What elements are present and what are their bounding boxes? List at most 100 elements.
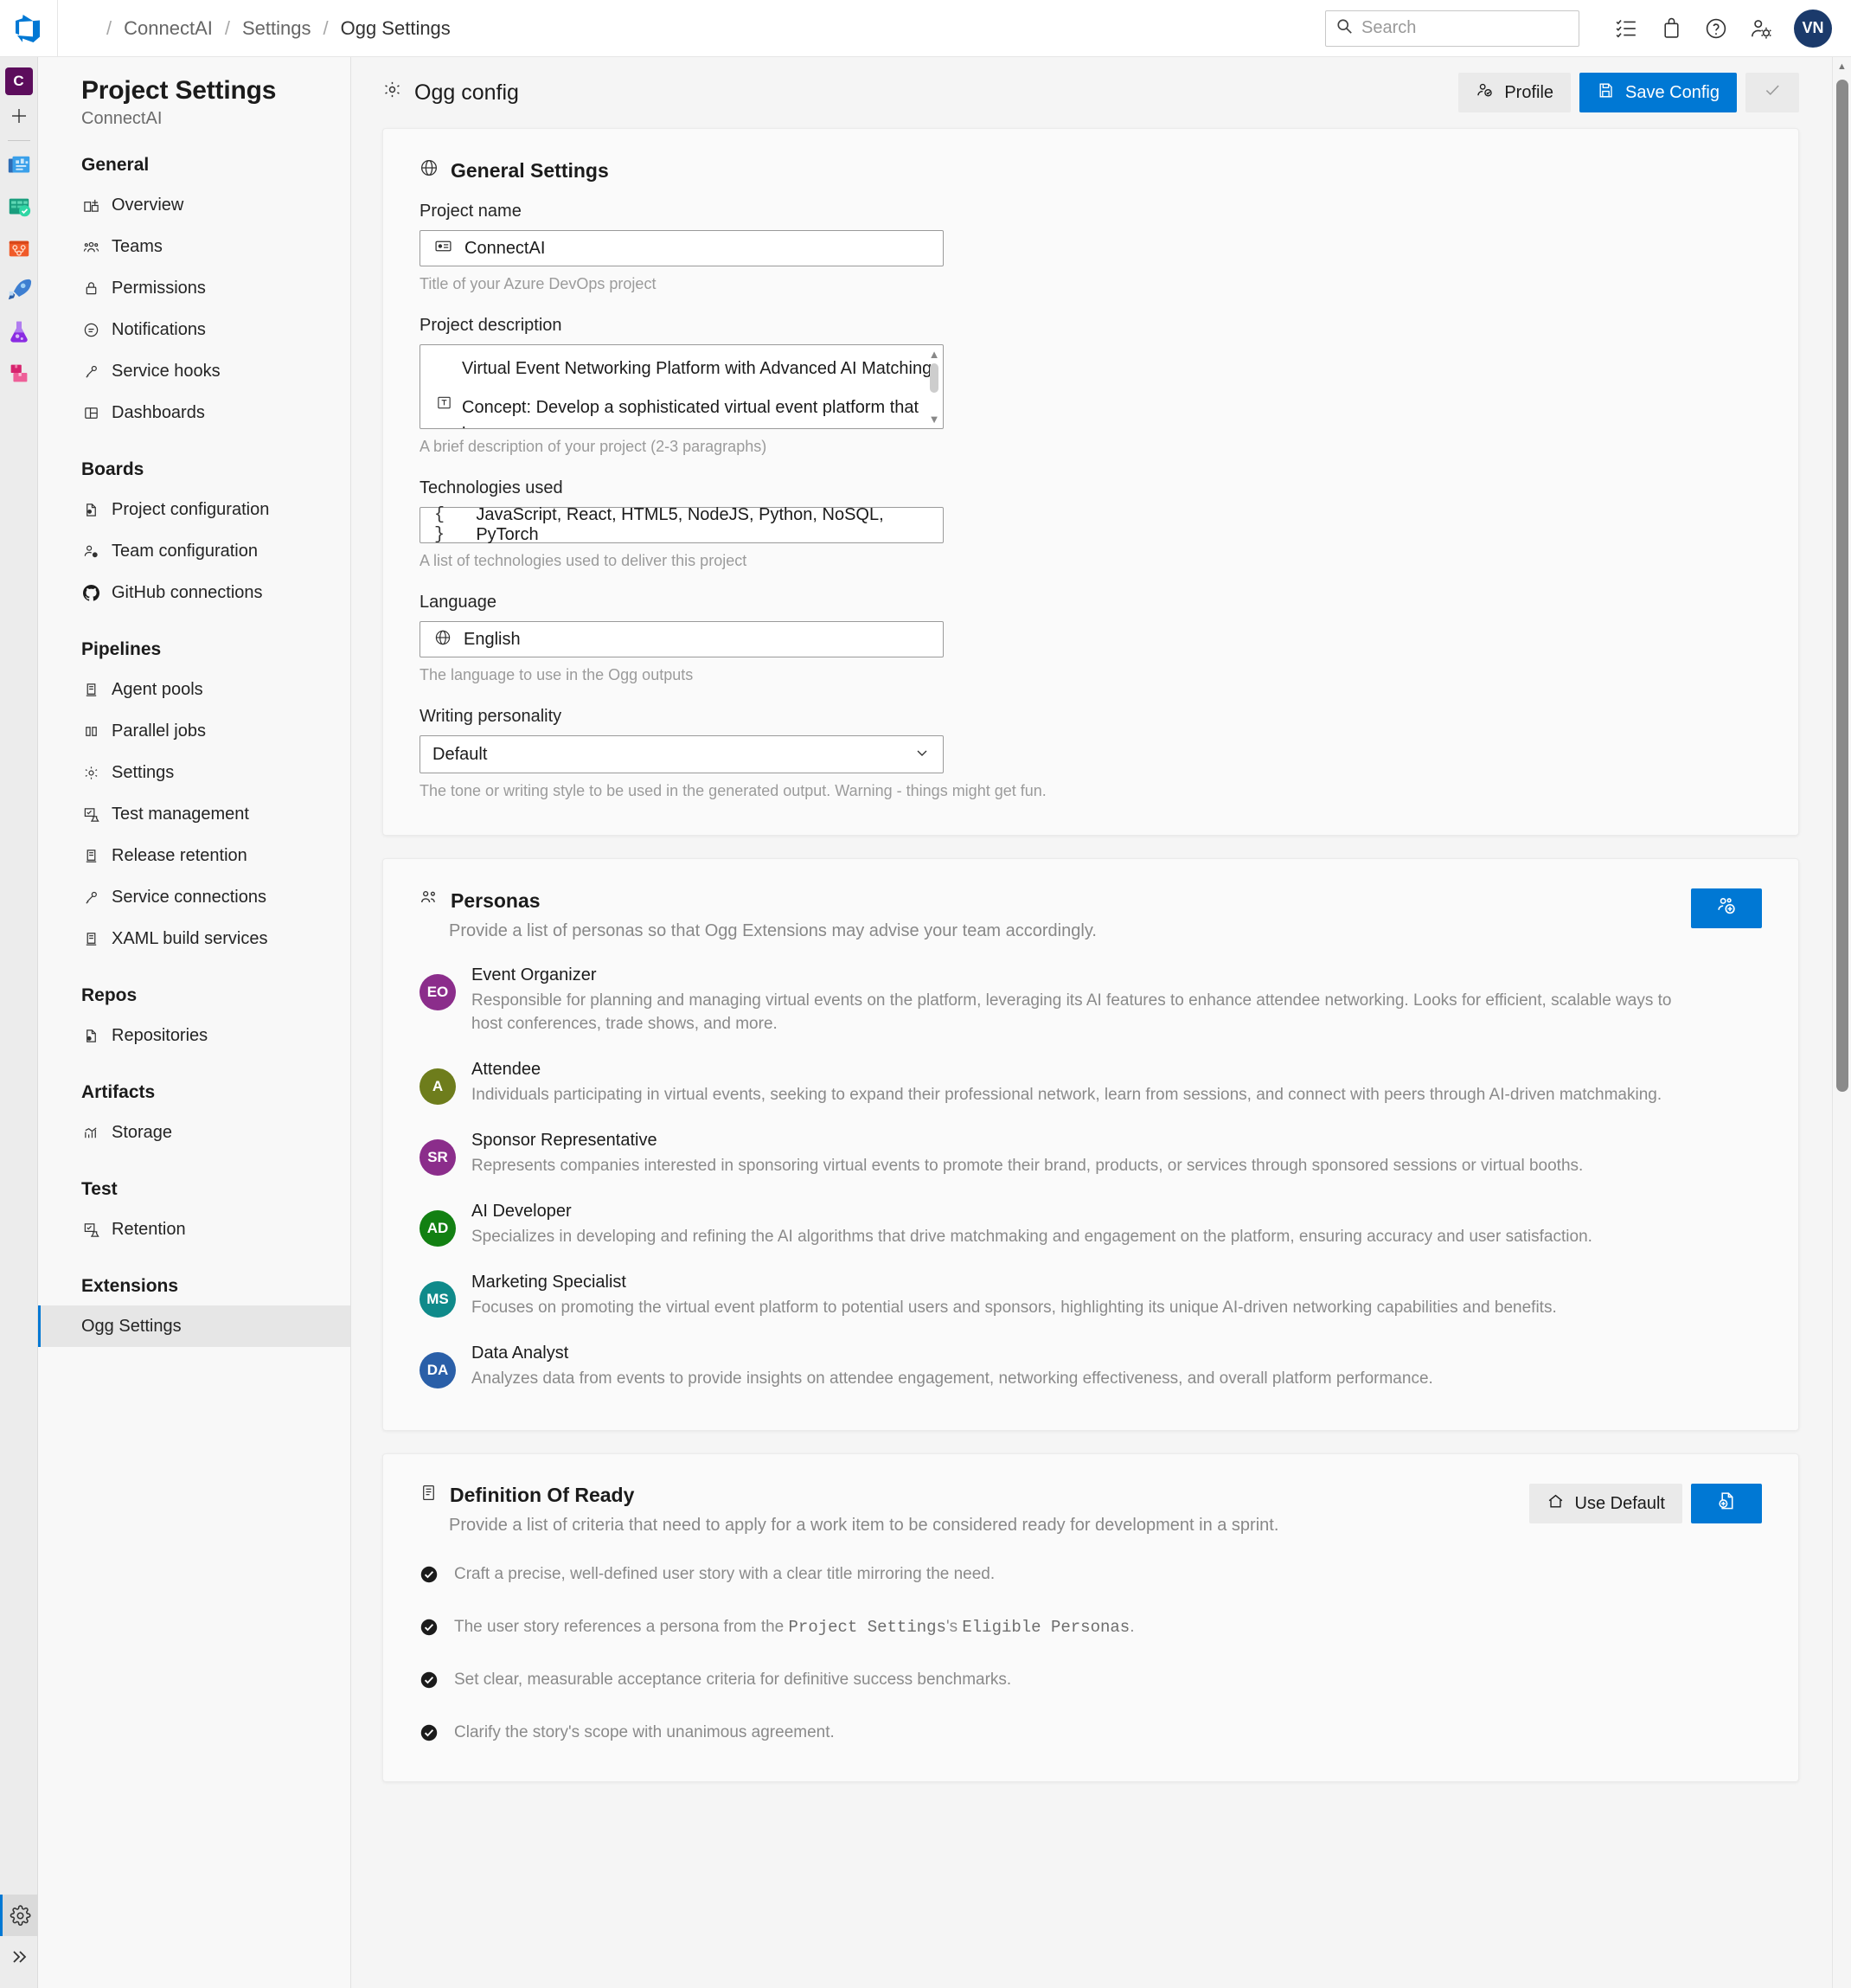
persona-avatar: AD: [420, 1210, 456, 1247]
artifacts-product-icon[interactable]: [0, 352, 38, 394]
persona-row: EO Event Organizer Responsible for plann…: [420, 965, 1762, 1036]
sidebar-item-permissions[interactable]: Permissions: [38, 267, 350, 309]
personas-header: Personas Provide a list of personas so t…: [420, 888, 1762, 941]
azure-devops-logo[interactable]: [0, 14, 57, 42]
project-description-textarea[interactable]: Virtual Event Networking Platform with A…: [420, 344, 944, 429]
dor-item-suffix: .: [1130, 1618, 1135, 1636]
shopping-bag-icon[interactable]: [1649, 6, 1694, 51]
project-settings-gear-icon[interactable]: [0, 1895, 38, 1936]
project-avatar[interactable]: C: [4, 67, 33, 95]
breadcrumb-separator-2: /: [323, 16, 329, 39]
add-button[interactable]: [0, 95, 38, 137]
home-icon: [1547, 1492, 1565, 1516]
confirm-button[interactable]: [1745, 73, 1799, 112]
sidebar-item-repositories[interactable]: Repositories: [38, 1015, 350, 1056]
overview-icon: [81, 196, 100, 215]
check-circle-icon: [420, 1618, 440, 1641]
scroll-up-icon[interactable]: ▲: [1833, 57, 1851, 76]
sidebar-item-parallel-jobs[interactable]: Parallel jobs: [38, 710, 350, 752]
sidebar-item-team-configuration[interactable]: Team configuration: [38, 530, 350, 572]
help-circle-icon[interactable]: [1694, 6, 1739, 51]
project-description-line-2: Concept: Develop a sophisticated virtual…: [462, 398, 919, 428]
sidebar-label: Dashboards: [112, 402, 205, 422]
add-criteria-button[interactable]: [1691, 1484, 1762, 1523]
textarea-scrollbar[interactable]: ▲ ▼: [928, 349, 940, 425]
breadcrumb-item-settings[interactable]: Settings: [242, 17, 311, 40]
save-config-button[interactable]: Save Config: [1579, 73, 1737, 112]
dor-list-item: The user story references a persona from…: [420, 1616, 1762, 1641]
project-name-input[interactable]: ConnectAI: [420, 230, 944, 266]
triangle-down-icon[interactable]: ▼: [929, 414, 940, 425]
scrollbar-thumb[interactable]: [930, 363, 938, 393]
profile-button[interactable]: Profile: [1458, 73, 1572, 112]
globe-icon: [420, 158, 439, 183]
sidebar-item-service-hooks[interactable]: Service hooks: [38, 350, 350, 392]
breadcrumb-item-ogg-settings[interactable]: Ogg Settings: [341, 17, 451, 40]
gear-icon: [382, 80, 402, 106]
triangle-up-icon[interactable]: ▲: [929, 349, 940, 360]
sidebar-label: Overview: [112, 195, 184, 215]
personas-title: Personas: [420, 888, 1097, 913]
page-scrollbar[interactable]: ▲: [1832, 57, 1851, 1988]
add-persona-button[interactable]: [1691, 888, 1762, 928]
overview-product-icon[interactable]: [0, 144, 38, 186]
sidebar-item-agent-pools[interactable]: Agent pools: [38, 669, 350, 710]
chart-icon: [81, 1123, 100, 1142]
dashboard-icon: [81, 403, 100, 422]
sidebar-item-notifications[interactable]: Notifications: [38, 309, 350, 350]
sidebar-item-service-connections[interactable]: Service connections: [38, 876, 350, 918]
persona-description: Individuals participating in virtual eve…: [471, 1086, 1662, 1104]
lock-icon: [81, 279, 100, 298]
sidebar-label: Agent pools: [112, 679, 203, 699]
sidebar-item-teams[interactable]: Teams: [38, 226, 350, 267]
sidebar-item-retention[interactable]: Retention: [38, 1209, 350, 1250]
sidebar-item-settings[interactable]: Settings: [38, 752, 350, 793]
sidebar-item-test-management[interactable]: Test management: [38, 793, 350, 835]
sidebar-label: Ogg Settings: [81, 1316, 182, 1336]
check-circle-icon: [420, 1671, 440, 1694]
writing-personality-select[interactable]: Default: [420, 735, 944, 773]
persona-name: Marketing Specialist: [471, 1273, 626, 1292]
pipelines-product-icon[interactable]: [0, 269, 38, 311]
sidebar-item-ogg-settings[interactable]: Ogg Settings: [38, 1305, 350, 1347]
sidebar-item-project-configuration[interactable]: Project configuration: [38, 489, 350, 530]
breadcrumb-separator-0: /: [106, 16, 112, 39]
expand-rail-icon[interactable]: [0, 1936, 38, 1978]
dor-item-text: Clarify the story's scope with unanimous…: [454, 1723, 835, 1741]
checklist-icon[interactable]: [1604, 6, 1649, 51]
sidebar-label: Project configuration: [112, 499, 270, 519]
sidebar-item-github-connections[interactable]: GitHub connections: [38, 572, 350, 613]
sidebar-item-release-retention[interactable]: Release retention: [38, 835, 350, 876]
nav-group-repos: Repos: [81, 985, 138, 1005]
braces-icon: { }: [434, 505, 445, 545]
technologies-label: Technologies used: [420, 478, 563, 497]
nav-group-boards: Boards: [81, 459, 144, 479]
repos-product-icon[interactable]: [0, 228, 38, 269]
use-default-button[interactable]: Use Default: [1528, 1484, 1682, 1523]
save-config-button-label: Save Config: [1625, 82, 1720, 102]
content-header: Ogg config Profile Save Config: [351, 57, 1832, 128]
technologies-input[interactable]: { } JavaScript, React, HTML5, NodeJS, Py…: [420, 505, 944, 545]
sidebar-item-dashboards[interactable]: Dashboards: [38, 392, 350, 433]
language-input[interactable]: English: [420, 621, 944, 657]
avatar[interactable]: VN: [1794, 9, 1832, 48]
sidebar-item-overview[interactable]: Overview: [38, 184, 350, 226]
sidebar-label: Parallel jobs: [112, 721, 206, 741]
sidebar-label: Team configuration: [112, 541, 258, 561]
persona-row: A Attendee Individuals participating in …: [420, 1060, 1762, 1106]
persona-avatar: MS: [420, 1281, 456, 1318]
plug-icon: [81, 888, 100, 907]
test-plans-product-icon[interactable]: [0, 311, 38, 352]
user-settings-icon[interactable]: [1739, 6, 1784, 51]
inline-code-project-settings: Project Settings: [788, 1618, 946, 1637]
dor-item-text: Set clear, measurable acceptance criteri…: [454, 1671, 1012, 1689]
boards-product-icon[interactable]: [0, 186, 38, 228]
search-input[interactable]: Search: [1325, 10, 1579, 47]
sidebar-item-storage[interactable]: Storage: [38, 1112, 350, 1153]
use-default-button-label: Use Default: [1574, 1493, 1666, 1513]
content-header-actions: Profile Save Config: [1458, 73, 1799, 112]
technologies-hint: A list of technologies used to deliver t…: [420, 552, 747, 569]
sidebar-item-xaml-build-services[interactable]: XAML build services: [38, 918, 350, 959]
scrollbar-thumb[interactable]: [1836, 80, 1848, 1092]
breadcrumb-item-project[interactable]: ConnectAI: [124, 17, 213, 40]
